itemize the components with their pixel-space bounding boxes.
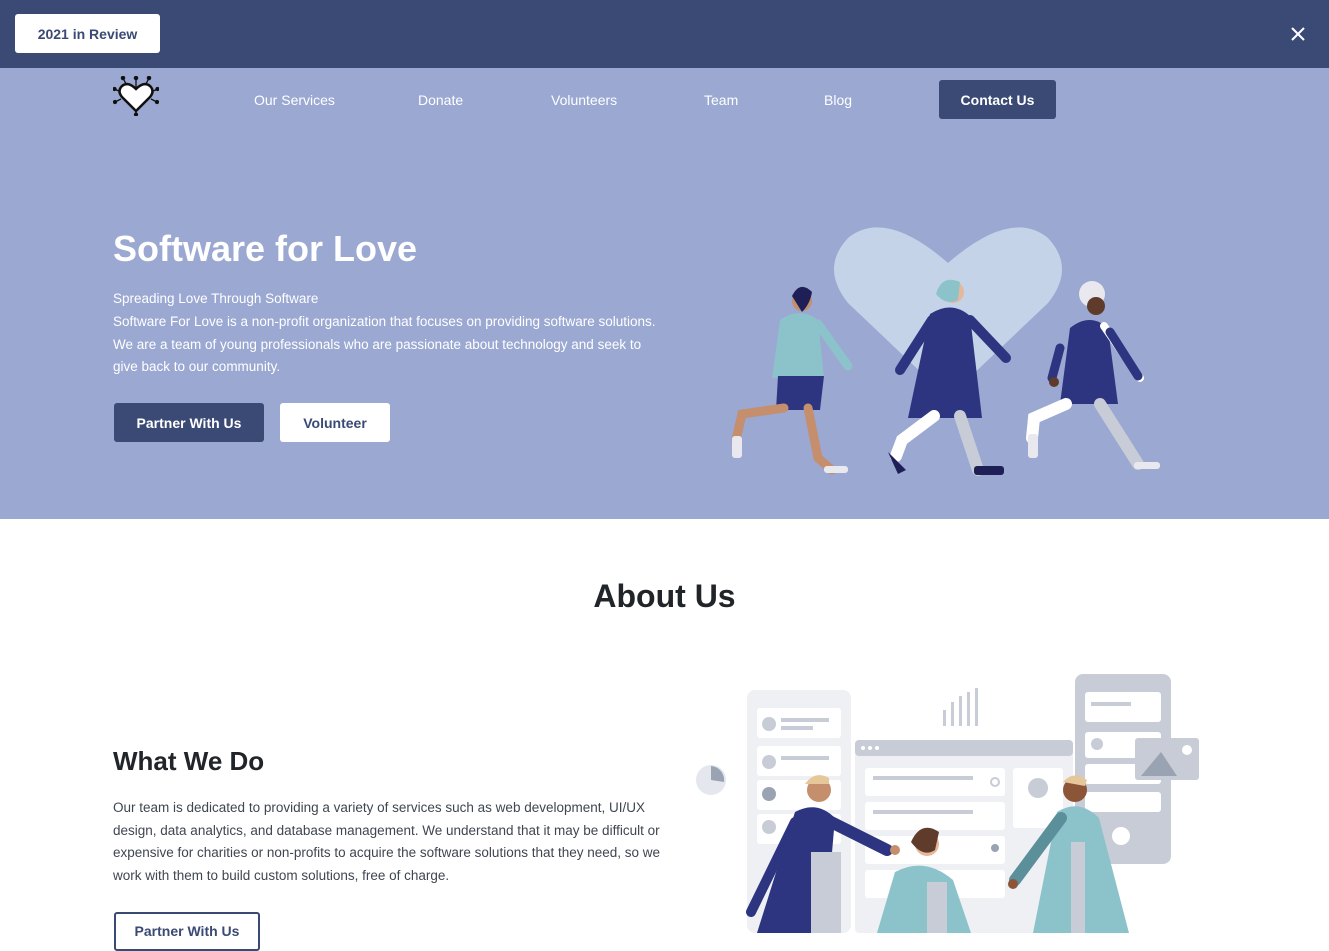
year-in-review-button[interactable]: 2021 in Review xyxy=(15,14,160,53)
people-walking-heart-illustration xyxy=(731,227,1160,476)
what-we-do-heading: What We Do xyxy=(113,746,265,776)
announcement-banner: 2021 in Review xyxy=(0,0,1329,68)
hero-title: Software for Love xyxy=(113,228,418,269)
contact-us-button[interactable]: Contact Us xyxy=(939,80,1056,119)
nav-our-services[interactable]: Our Services xyxy=(254,92,335,108)
nav-donate[interactable]: Donate xyxy=(418,92,463,108)
nav-volunteers[interactable]: Volunteers xyxy=(551,92,617,108)
hero-section: Our Services Donate Volunteers Team Blog… xyxy=(0,68,1329,519)
team-dashboard-illustration xyxy=(696,674,1199,933)
heart-circuit-logo-icon[interactable] xyxy=(113,76,159,116)
partner-with-us-outline-button[interactable]: Partner With Us xyxy=(114,912,260,951)
partner-with-us-button[interactable]: Partner With Us xyxy=(114,403,264,442)
hero-subtitle: Spreading Love Through Software xyxy=(113,291,319,306)
hero-description: Software For Love is a non-profit organi… xyxy=(113,314,656,375)
what-we-do-description: Our team is dedicated to providing a var… xyxy=(113,800,661,884)
about-us-heading: About Us xyxy=(593,578,736,614)
nav-team[interactable]: Team xyxy=(704,92,738,108)
volunteer-button[interactable]: Volunteer xyxy=(280,403,390,442)
close-icon[interactable] xyxy=(1287,23,1309,45)
nav-blog[interactable]: Blog xyxy=(824,92,852,108)
